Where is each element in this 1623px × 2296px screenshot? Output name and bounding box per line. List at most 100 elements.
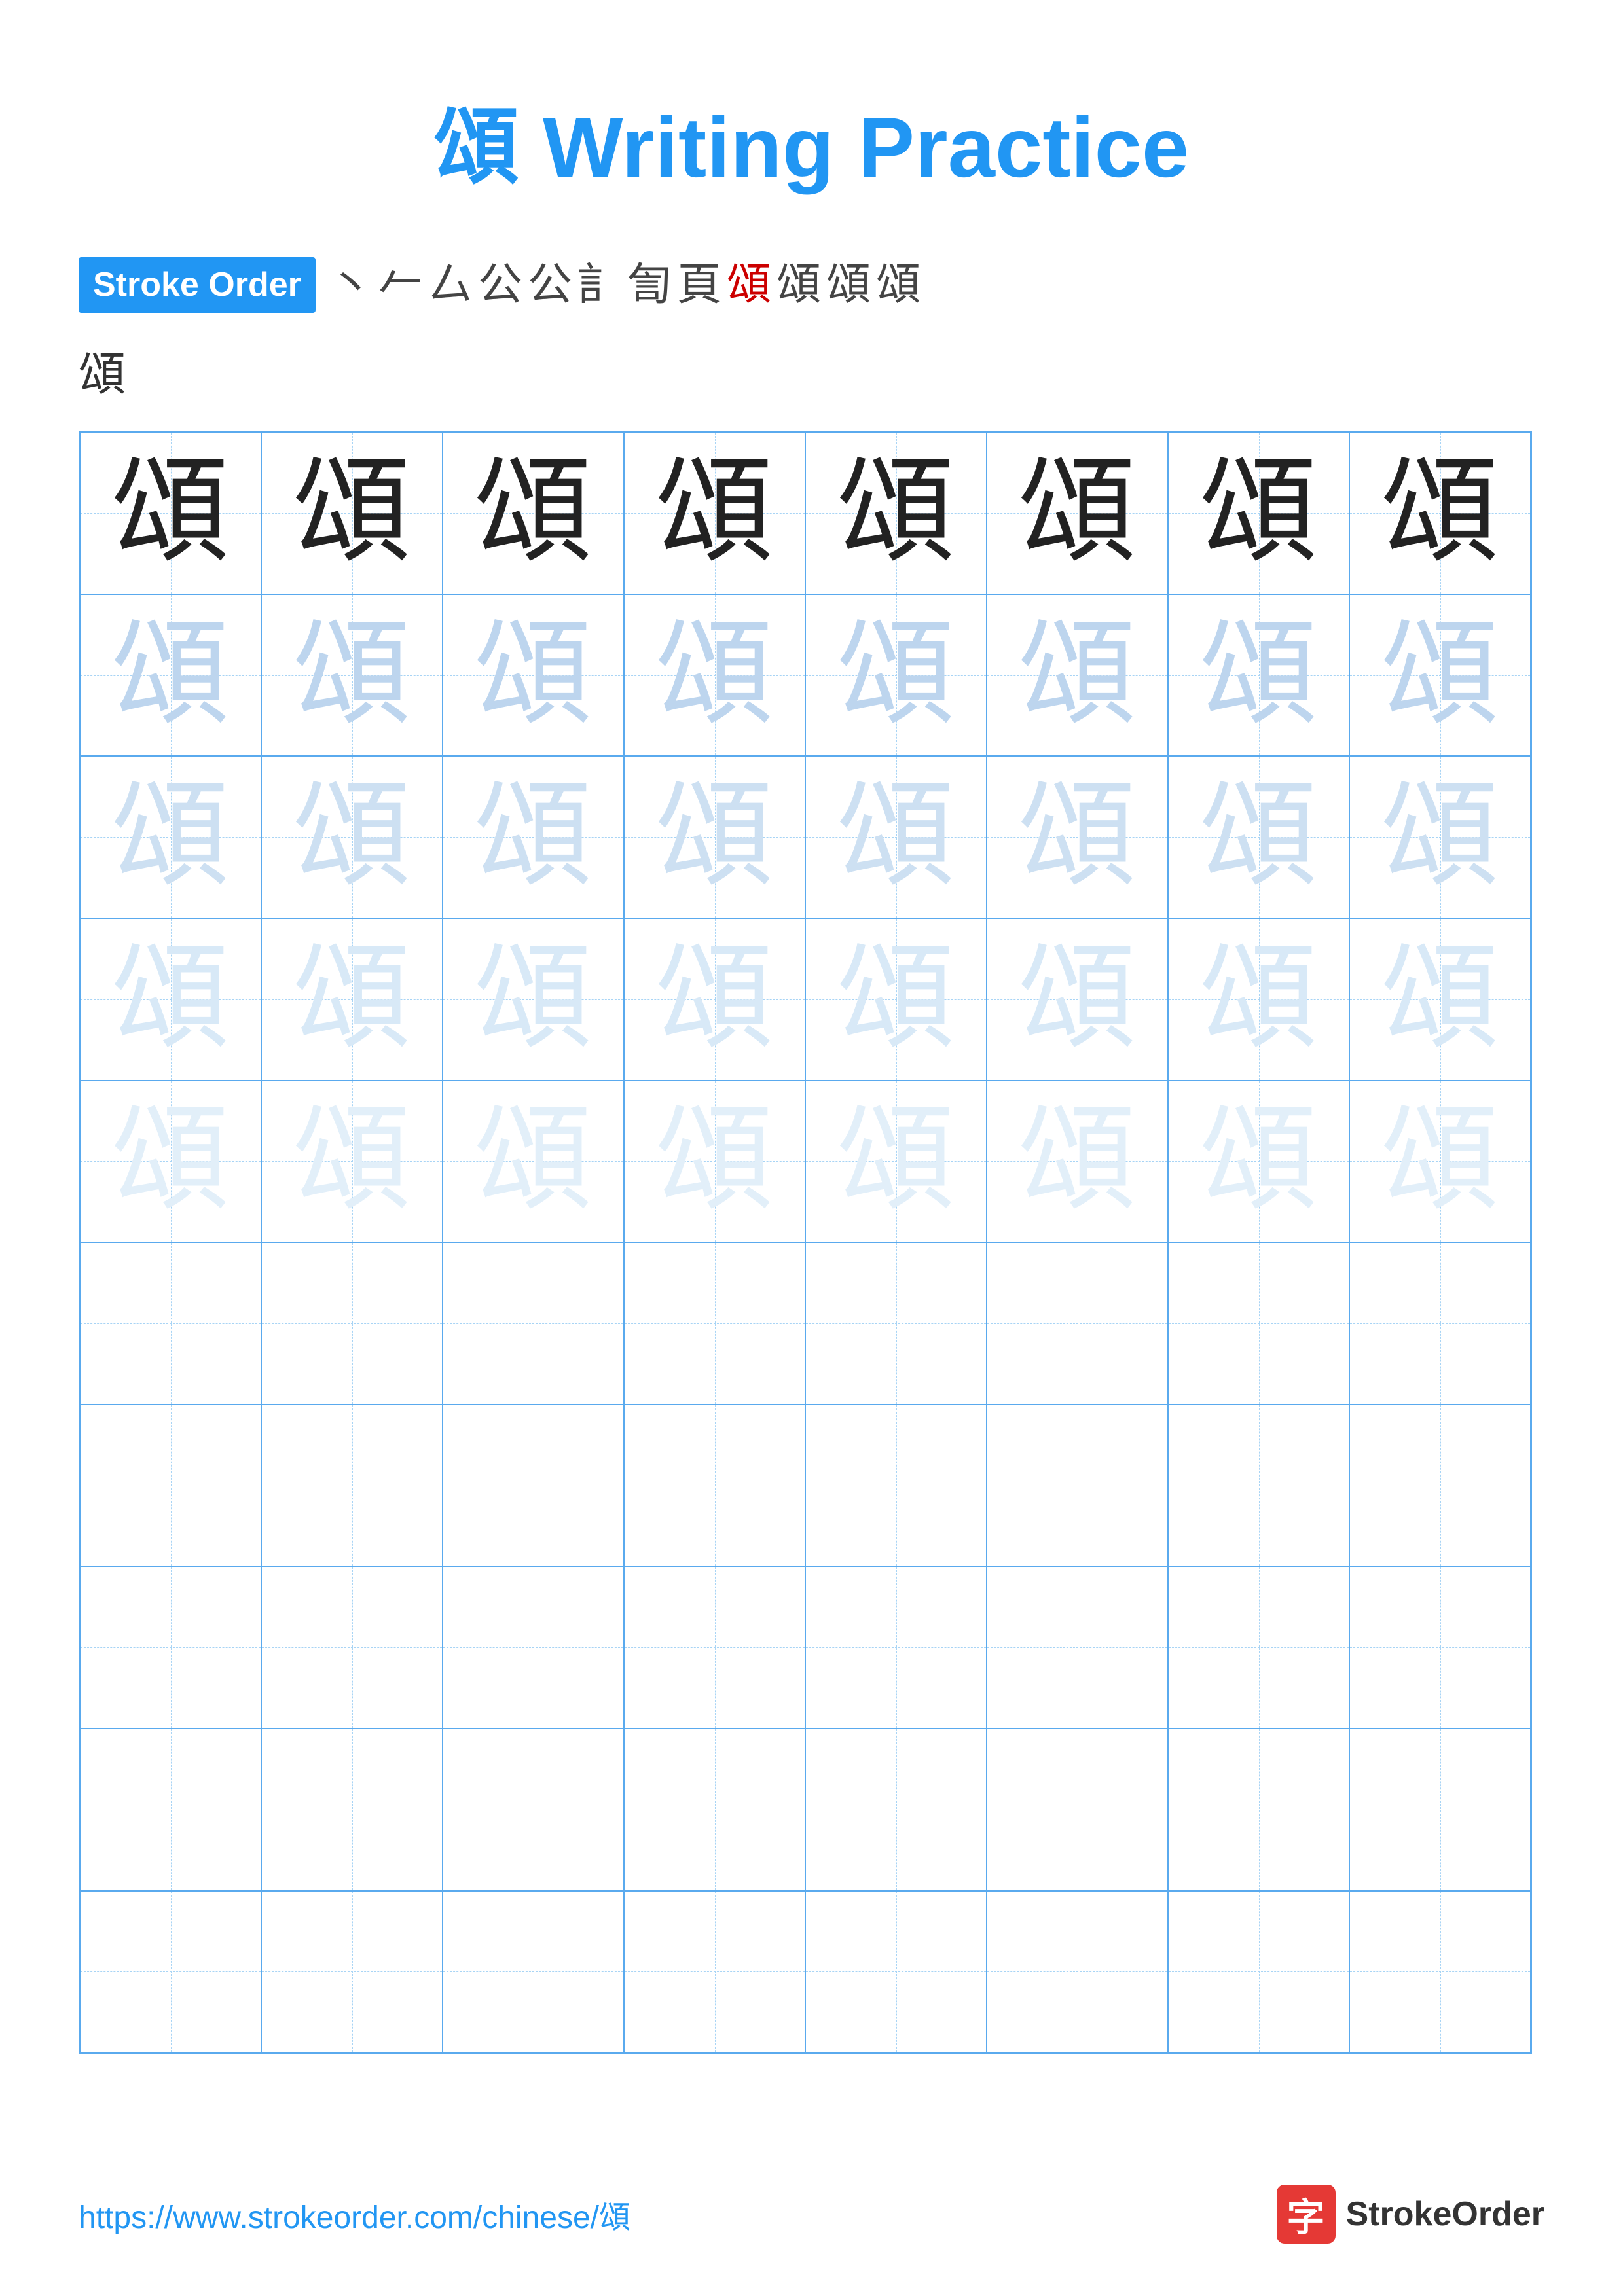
grid-cell: 頌: [80, 1081, 261, 1243]
practice-char: 頌: [655, 941, 773, 1058]
practice-char: 頌: [655, 778, 773, 896]
grid-cell[interactable]: [1349, 1729, 1531, 1891]
stroke-4: 公: [478, 254, 522, 316]
practice-char: 頌: [1199, 617, 1317, 734]
grid-cell[interactable]: [1168, 1891, 1349, 2053]
practice-char: 頌: [111, 941, 229, 1058]
grid-cell: 頌: [261, 1081, 443, 1243]
grid-cell: 頌: [624, 594, 805, 757]
grid-cell[interactable]: [987, 1405, 1168, 1567]
grid-cell[interactable]: [987, 1729, 1168, 1891]
grid-cell[interactable]: [624, 1891, 805, 2053]
grid-cell: 頌: [443, 756, 624, 918]
practice-char: 頌: [1199, 941, 1317, 1058]
practice-char: 頌: [1018, 454, 1136, 572]
grid-cell: 頌: [805, 432, 987, 594]
grid-cell[interactable]: [261, 1566, 443, 1729]
grid-cell[interactable]: [624, 1405, 805, 1567]
grid-cell[interactable]: [261, 1405, 443, 1567]
stroke-order-label: Stroke Order: [79, 257, 316, 313]
grid-cell[interactable]: [261, 1729, 443, 1891]
grid-cell: 頌: [1168, 1081, 1349, 1243]
grid-cell[interactable]: [624, 1566, 805, 1729]
practice-char: 頌: [1381, 778, 1499, 896]
grid-cell: 頌: [80, 432, 261, 594]
grid-cell[interactable]: [805, 1891, 987, 2053]
grid-cell[interactable]: [805, 1242, 987, 1405]
grid-cell[interactable]: [1349, 1405, 1531, 1567]
grid-cell: 頌: [987, 1081, 1168, 1243]
stroke-12: 頌: [876, 254, 921, 316]
stroke-10: 頌: [776, 254, 821, 316]
footer-url[interactable]: https://www.strokeorder.com/chinese/頌: [79, 2191, 630, 2237]
practice-char: 頌: [474, 454, 592, 572]
grid-cell[interactable]: [805, 1405, 987, 1567]
grid-cell[interactable]: [80, 1729, 261, 1891]
grid-cell[interactable]: [1168, 1566, 1349, 1729]
practice-char: 頌: [1199, 1102, 1317, 1220]
grid-cell: 頌: [80, 918, 261, 1081]
grid-cell[interactable]: [443, 1729, 624, 1891]
page: 頌 Writing Practice Stroke Order 丶 𠂉 厶 公 …: [0, 0, 1623, 2296]
grid-cell[interactable]: [80, 1242, 261, 1405]
grid-cell: 頌: [624, 756, 805, 918]
grid-cell: 頌: [1168, 432, 1349, 594]
grid-cell: 頌: [987, 918, 1168, 1081]
page-title: 頌 Writing Practice: [79, 79, 1544, 202]
practice-char: 頌: [1199, 778, 1317, 896]
grid-cell[interactable]: [1168, 1729, 1349, 1891]
grid-cell[interactable]: [1349, 1566, 1531, 1729]
practice-char: 頌: [474, 941, 592, 1058]
practice-char: 頌: [1381, 941, 1499, 1058]
grid-cell[interactable]: [1168, 1242, 1349, 1405]
grid-cell[interactable]: [1349, 1891, 1531, 2053]
practice-char: 頌: [1199, 454, 1317, 572]
grid-cell[interactable]: [1168, 1405, 1349, 1567]
stroke-order-section: Stroke Order 丶 𠂉 厶 公 公 訁 訇 頁 頌 頌 頌 頌: [79, 254, 1544, 316]
practice-char: 頌: [837, 617, 955, 734]
grid-cell[interactable]: [805, 1566, 987, 1729]
grid-cell[interactable]: [443, 1242, 624, 1405]
grid-cell[interactable]: [805, 1729, 987, 1891]
practice-char: 頌: [1018, 1102, 1136, 1220]
practice-char: 頌: [293, 1102, 410, 1220]
practice-char: 頌: [474, 617, 592, 734]
grid-cell[interactable]: [80, 1566, 261, 1729]
practice-char: 頌: [111, 454, 229, 572]
practice-char: 頌: [655, 617, 773, 734]
grid-cell[interactable]: [443, 1566, 624, 1729]
grid-cell[interactable]: [987, 1242, 1168, 1405]
grid-cell[interactable]: [80, 1405, 261, 1567]
grid-cell: 頌: [1168, 918, 1349, 1081]
grid-cell: 頌: [805, 918, 987, 1081]
stroke-6: 訁: [577, 254, 622, 316]
grid-cell[interactable]: [1349, 1242, 1531, 1405]
grid-cell: 頌: [80, 594, 261, 757]
logo-icon: 字: [1277, 2185, 1336, 2244]
grid-cell[interactable]: [624, 1729, 805, 1891]
practice-char: 頌: [111, 1102, 229, 1220]
practice-char: 頌: [474, 778, 592, 896]
grid-cell: 頌: [261, 594, 443, 757]
grid-cell: 頌: [443, 918, 624, 1081]
practice-char: 頌: [1381, 454, 1499, 572]
grid-cell[interactable]: [80, 1891, 261, 2053]
practice-char: 頌: [1018, 617, 1136, 734]
grid-cell: 頌: [443, 1081, 624, 1243]
grid-cell[interactable]: [261, 1242, 443, 1405]
grid-cell[interactable]: [443, 1891, 624, 2053]
grid-cell: 頌: [1349, 594, 1531, 757]
grid-cell: 頌: [624, 432, 805, 594]
grid-cell[interactable]: [624, 1242, 805, 1405]
grid-cell: 頌: [261, 432, 443, 594]
grid-cell[interactable]: [261, 1891, 443, 2053]
practice-char: 頌: [1018, 941, 1136, 1058]
practice-char: 頌: [1381, 1102, 1499, 1220]
grid-cell[interactable]: [987, 1891, 1168, 2053]
stroke-final-char: 頌: [79, 336, 1544, 404]
practice-char: 頌: [655, 454, 773, 572]
grid-cell[interactable]: [987, 1566, 1168, 1729]
grid-cell[interactable]: [443, 1405, 624, 1567]
footer: https://www.strokeorder.com/chinese/頌 字 …: [79, 2185, 1544, 2244]
stroke-chars-row: 丶 𠂉 厶 公 公 訁 訇 頁 頌 頌 頌 頌: [329, 254, 921, 316]
